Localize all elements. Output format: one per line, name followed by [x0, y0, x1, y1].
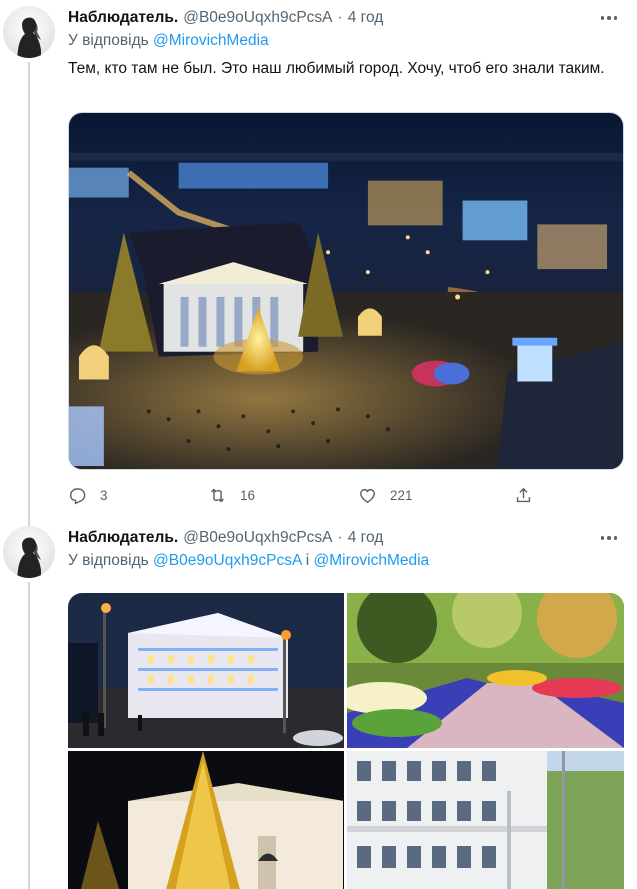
thread-connector — [28, 62, 30, 526]
tweet-header: Наблюдатель. @B0e9oUqxh9cPcsA · 4 год — [68, 527, 627, 549]
timestamp[interactable]: 4 год — [348, 529, 384, 547]
share-icon[interactable] — [514, 486, 533, 505]
reply-action[interactable]: 3 — [68, 484, 108, 506]
tweet[interactable]: Наблюдатель. @B0e9oUqxh9cPcsA · 4 год У … — [0, 520, 637, 889]
reply-context: У відповідь @B0e9oUqxh9cPcsA і @Mirovich… — [68, 552, 429, 570]
author-name[interactable]: Наблюдатель. — [68, 9, 178, 27]
avatar[interactable] — [3, 526, 55, 578]
like-count: 221 — [390, 487, 413, 503]
timestamp[interactable]: 4 год — [348, 9, 384, 27]
like-icon[interactable] — [358, 486, 377, 505]
reply-count: 3 — [100, 487, 108, 503]
tweet-photo[interactable] — [68, 751, 344, 889]
tweet-text: Тем, кто там не был. Это наш любимый гор… — [68, 60, 605, 77]
tweet-header: Наблюдатель. @B0e9oUqxh9cPcsA · 4 год — [68, 7, 627, 29]
tweet-photo[interactable] — [68, 593, 344, 748]
reply-context: У відповідь @MirovichMedia — [68, 32, 269, 50]
reply-mention[interactable]: @MirovichMedia — [153, 32, 269, 49]
separator-dot: · — [337, 529, 343, 546]
more-icon[interactable] — [597, 9, 621, 27]
reply-prefix: У відповідь — [68, 552, 149, 569]
share-action[interactable] — [514, 484, 533, 506]
like-action[interactable]: 221 — [358, 484, 413, 506]
photo-grid — [68, 593, 624, 889]
tweet-photo[interactable] — [347, 593, 624, 748]
thread-connector — [28, 582, 30, 889]
retweet-action[interactable]: 16 — [208, 484, 255, 506]
tweet-actions: 3 16 221 — [68, 484, 548, 506]
author-name[interactable]: Наблюдатель. — [68, 529, 178, 547]
tweet-photo[interactable] — [68, 112, 624, 470]
author-handle[interactable]: @B0e9oUqxh9cPcsA — [183, 529, 332, 547]
separator-dot: · — [337, 9, 343, 26]
tweet[interactable]: Наблюдатель. @B0e9oUqxh9cPcsA · 4 год У … — [0, 0, 637, 526]
reply-icon[interactable] — [68, 486, 87, 505]
avatar[interactable] — [3, 6, 55, 58]
reply-prefix: У відповідь — [68, 32, 149, 49]
reply-mention[interactable]: @B0e9oUqxh9cPcsA — [153, 552, 301, 569]
tweet-photo[interactable] — [347, 751, 624, 889]
reply-mention[interactable]: @MirovichMedia — [314, 552, 430, 569]
more-icon[interactable] — [597, 529, 621, 547]
retweet-count: 16 — [240, 487, 256, 503]
retweet-icon[interactable] — [208, 486, 227, 505]
author-handle[interactable]: @B0e9oUqxh9cPcsA — [183, 9, 332, 27]
reply-joiner: і — [305, 552, 310, 569]
